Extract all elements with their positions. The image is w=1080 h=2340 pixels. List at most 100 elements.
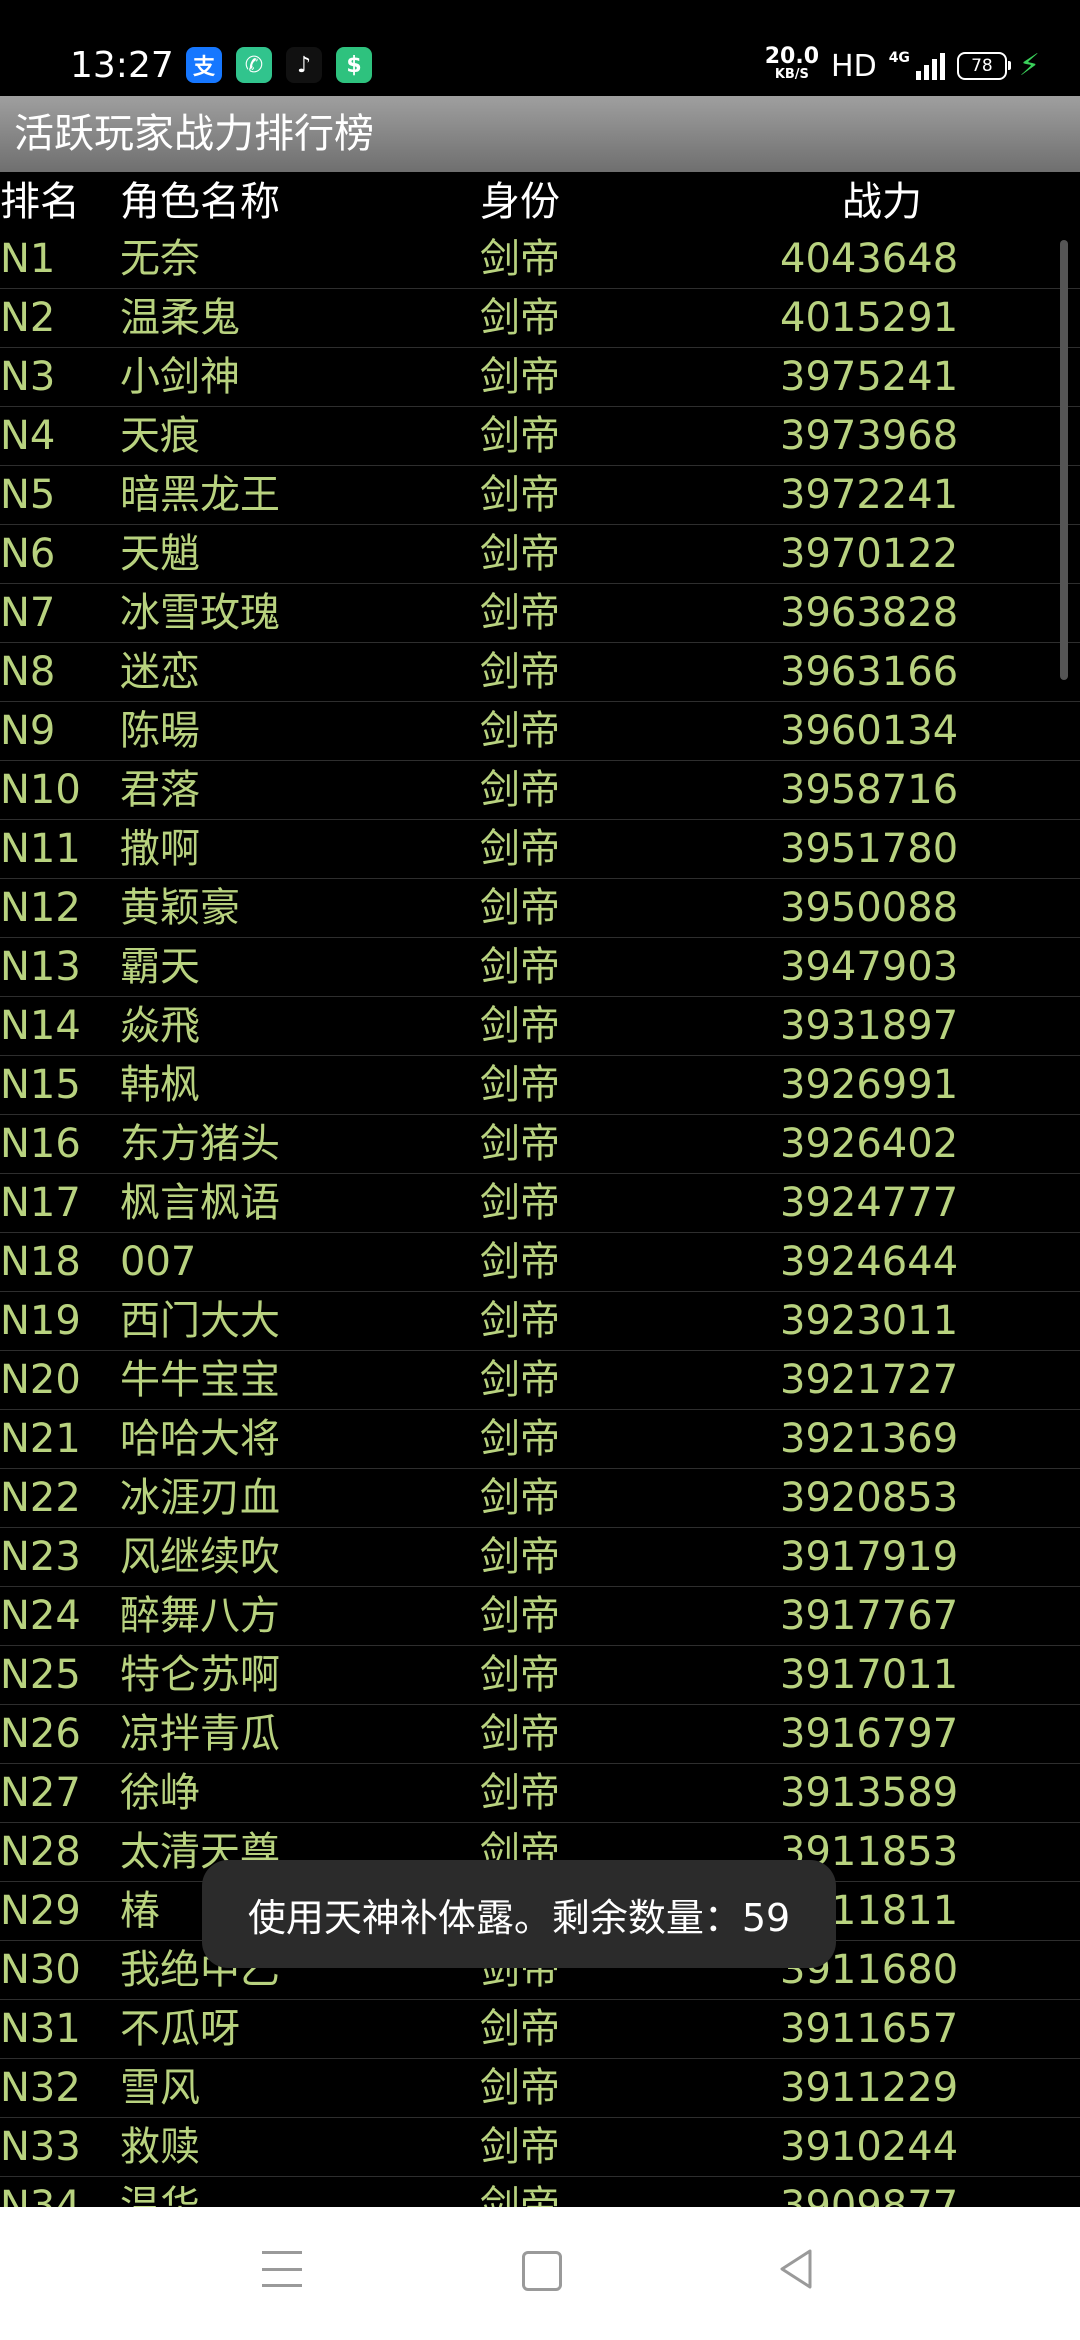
role-cell: 剑帝 xyxy=(480,1062,560,1108)
rank-cell: N21 xyxy=(0,1416,81,1462)
name-cell: 007 xyxy=(120,1239,197,1285)
table-row[interactable]: N2 温柔鬼 剑帝 4015291 xyxy=(0,289,1080,348)
rank-cell: N9 xyxy=(0,708,56,754)
table-row[interactable]: N7 冰雪玫瑰 剑帝 3963828 xyxy=(0,584,1080,643)
name-cell: 暗黑龙王 xyxy=(120,472,280,518)
rank-cell: N17 xyxy=(0,1180,81,1226)
power-cell: 3972241 xyxy=(780,472,959,518)
table-row[interactable]: N9 陈暘 剑帝 3960134 xyxy=(0,702,1080,761)
name-cell: 凉拌青瓜 xyxy=(120,1711,280,1757)
table-row[interactable]: N32 雪风 剑帝 3911229 xyxy=(0,2059,1080,2118)
scrollbar[interactable] xyxy=(1060,240,1068,680)
role-cell: 剑帝 xyxy=(480,2006,560,2052)
table-row[interactable]: N31 不瓜呀 剑帝 3911657 xyxy=(0,2000,1080,2059)
power-cell: 3917011 xyxy=(780,1652,959,1698)
rank-cell: N14 xyxy=(0,1003,81,1049)
table-row[interactable]: N10 君落 剑帝 3958716 xyxy=(0,761,1080,820)
home-icon[interactable] xyxy=(522,2251,562,2291)
table-row[interactable]: N11 撒啊 剑帝 3951780 xyxy=(0,820,1080,879)
menu-icon[interactable] xyxy=(262,2251,302,2287)
back-icon[interactable] xyxy=(776,2247,816,2291)
name-cell: 东方猪头 xyxy=(120,1121,280,1167)
table-row[interactable]: N14 焱飛 剑帝 3931897 xyxy=(0,997,1080,1056)
status-bar: 13:27 支 ✆ ♪ $ 20.0 KB/S HD 4G 78 ⚡ xyxy=(0,0,1080,96)
power-cell: 3923011 xyxy=(780,1298,959,1344)
role-cell: 剑帝 xyxy=(480,1180,560,1226)
battery-level: 78 xyxy=(971,56,993,76)
table-row[interactable]: N24 醉舞八方 剑帝 3917767 xyxy=(0,1587,1080,1646)
navigation-bar xyxy=(0,2207,1080,2340)
table-row[interactable]: N19 西门大大 剑帝 3923011 xyxy=(0,1292,1080,1351)
table-row[interactable]: N4 天痕 剑帝 3973968 xyxy=(0,407,1080,466)
table-row[interactable]: N18 007 剑帝 3924644 xyxy=(0,1233,1080,1292)
table-row[interactable]: N5 暗黑龙王 剑帝 3972241 xyxy=(0,466,1080,525)
rank-cell: N4 xyxy=(0,413,56,459)
name-cell: 韩枫 xyxy=(120,1062,200,1108)
role-cell: 剑帝 xyxy=(480,2124,560,2170)
table-row[interactable]: N25 特仑苏啊 剑帝 3917011 xyxy=(0,1646,1080,1705)
table-row[interactable]: N3 小剑神 剑帝 3975241 xyxy=(0,348,1080,407)
table-row[interactable]: N27 徐峥 剑帝 3913589 xyxy=(0,1764,1080,1823)
power-cell: 3958716 xyxy=(780,767,959,813)
header-name: 角色名称 xyxy=(120,179,280,225)
power-cell: 3926991 xyxy=(780,1062,959,1108)
name-cell: 冰涯刃血 xyxy=(120,1475,280,1521)
table-row[interactable]: N22 冰涯刃血 剑帝 3920853 xyxy=(0,1469,1080,1528)
rank-cell: N8 xyxy=(0,649,56,695)
table-row[interactable]: N21 哈哈大将 剑帝 3921369 xyxy=(0,1410,1080,1469)
notification-icons: 支 ✆ ♪ $ xyxy=(186,47,372,83)
table-row[interactable]: N15 韩枫 剑帝 3926991 xyxy=(0,1056,1080,1115)
role-cell: 剑帝 xyxy=(480,767,560,813)
table-row[interactable]: N33 救赎 剑帝 3910244 xyxy=(0,2118,1080,2177)
role-cell: 剑帝 xyxy=(480,944,560,990)
table-row[interactable]: N1 无奈 剑帝 4043648 xyxy=(0,230,1080,289)
power-cell: 3951780 xyxy=(780,826,959,872)
rank-cell: N19 xyxy=(0,1298,81,1344)
rank-cell: N28 xyxy=(0,1829,81,1875)
rank-cell: N32 xyxy=(0,2065,81,2111)
table-row[interactable]: N12 黄颖豪 剑帝 3950088 xyxy=(0,879,1080,938)
rank-cell: N12 xyxy=(0,885,81,931)
rank-cell: N1 xyxy=(0,236,56,282)
rank-cell: N29 xyxy=(0,1888,81,1934)
table-row[interactable]: N8 迷恋 剑帝 3963166 xyxy=(0,643,1080,702)
table-row[interactable]: N34 温华 剑帝 3909877 xyxy=(0,2177,1080,2207)
role-cell: 剑帝 xyxy=(480,885,560,931)
power-cell: 3960134 xyxy=(780,708,959,754)
rank-cell: N30 xyxy=(0,1947,81,1993)
role-cell: 剑帝 xyxy=(480,1534,560,1580)
header-power: 战力 xyxy=(842,179,922,225)
shield-app-icon: $ xyxy=(336,47,372,83)
table-row[interactable]: N6 天魈 剑帝 3970122 xyxy=(0,525,1080,584)
table-row[interactable]: N16 东方猪头 剑帝 3926402 xyxy=(0,1115,1080,1174)
table-row[interactable]: N17 枫言枫语 剑帝 3924777 xyxy=(0,1174,1080,1233)
name-cell: 救赎 xyxy=(120,2124,200,2170)
rank-cell: N31 xyxy=(0,2006,81,2052)
power-cell: 3921727 xyxy=(780,1357,959,1403)
power-cell: 3917767 xyxy=(780,1593,959,1639)
battery-icon: 78 xyxy=(956,52,1011,80)
name-cell: 天痕 xyxy=(120,413,200,459)
rank-cell: N24 xyxy=(0,1593,81,1639)
power-cell: 3970122 xyxy=(780,531,959,577)
role-cell: 剑帝 xyxy=(480,1770,560,1816)
network-speed: 20.0 KB/S xyxy=(765,46,819,84)
power-cell: 3950088 xyxy=(780,885,959,931)
name-cell: 天魈 xyxy=(120,531,200,577)
table-row[interactable]: N23 风继续吹 剑帝 3917919 xyxy=(0,1528,1080,1587)
name-cell: 哈哈大将 xyxy=(120,1416,280,1462)
name-cell: 陈暘 xyxy=(120,708,200,754)
table-row[interactable]: N20 牛牛宝宝 剑帝 3921727 xyxy=(0,1351,1080,1410)
role-cell: 剑帝 xyxy=(480,1711,560,1757)
table-row[interactable]: N13 霸天 剑帝 3947903 xyxy=(0,938,1080,997)
table-row[interactable]: N26 凉拌青瓜 剑帝 3916797 xyxy=(0,1705,1080,1764)
name-cell: 不瓜呀 xyxy=(120,2006,240,2052)
power-cell: 3924644 xyxy=(780,1239,959,1285)
rank-cell: N23 xyxy=(0,1534,81,1580)
tiktok-icon: ♪ xyxy=(286,47,322,83)
role-cell: 剑帝 xyxy=(480,708,560,754)
role-cell: 剑帝 xyxy=(480,1475,560,1521)
name-cell: 牛牛宝宝 xyxy=(120,1357,280,1403)
role-cell: 剑帝 xyxy=(480,1652,560,1698)
name-cell: 西门大大 xyxy=(120,1298,280,1344)
